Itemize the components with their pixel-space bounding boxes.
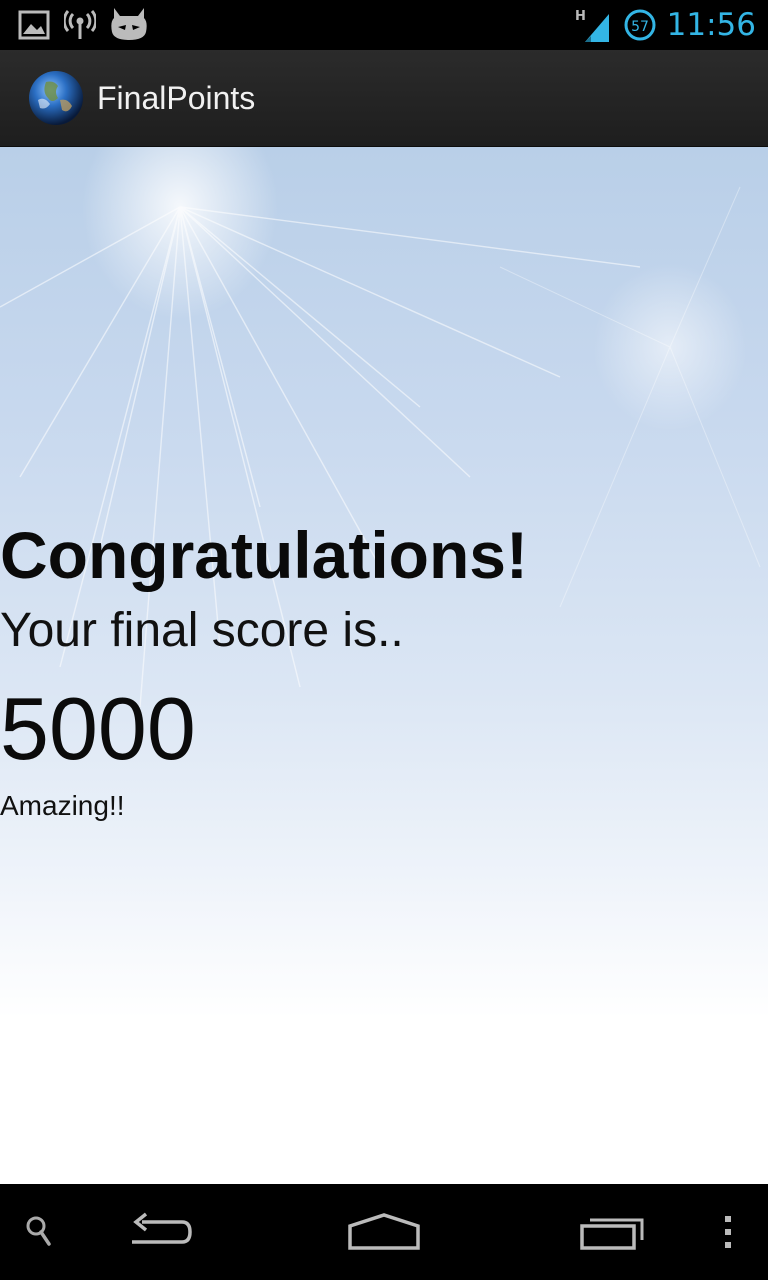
network-type-label: H bbox=[575, 9, 586, 24]
content-area: Congratulations! Your final score is.. 5… bbox=[0, 147, 768, 1184]
back-icon bbox=[132, 1212, 192, 1244]
status-bar: H 57 11:56 bbox=[0, 0, 768, 50]
status-left-icons bbox=[18, 8, 148, 42]
action-bar: FinalPoints bbox=[0, 50, 768, 148]
wireless-broadcast-icon bbox=[64, 9, 96, 41]
menu-button[interactable] bbox=[712, 1184, 744, 1280]
signal-strength-icon: H bbox=[575, 6, 613, 44]
back-button[interactable] bbox=[112, 1184, 208, 1280]
home-icon bbox=[348, 1213, 420, 1250]
score-caption: Your final score is.. bbox=[0, 604, 404, 657]
search-icon bbox=[26, 1216, 51, 1246]
final-score: 5000 bbox=[0, 679, 196, 778]
menu-icon bbox=[725, 1216, 731, 1248]
background-light-rays bbox=[0, 186, 761, 708]
notification-count-icon: 57 bbox=[623, 8, 657, 42]
home-button[interactable] bbox=[336, 1184, 432, 1280]
image-notification-icon bbox=[18, 9, 50, 41]
navigation-bar bbox=[0, 1184, 768, 1280]
headline: Congratulations! bbox=[0, 518, 528, 592]
notification-count: 57 bbox=[631, 19, 649, 35]
search-button[interactable] bbox=[16, 1184, 64, 1280]
status-right-icons: H 57 11:56 bbox=[575, 4, 756, 46]
cyanogen-mascot-icon bbox=[110, 8, 148, 42]
recent-apps-button[interactable] bbox=[564, 1184, 660, 1280]
status-clock: 11:56 bbox=[666, 7, 756, 43]
recent-apps-icon bbox=[580, 1218, 644, 1250]
score-rating: Amazing!! bbox=[0, 790, 125, 821]
app-title: FinalPoints bbox=[97, 80, 256, 116]
earth-icon[interactable] bbox=[28, 70, 84, 126]
